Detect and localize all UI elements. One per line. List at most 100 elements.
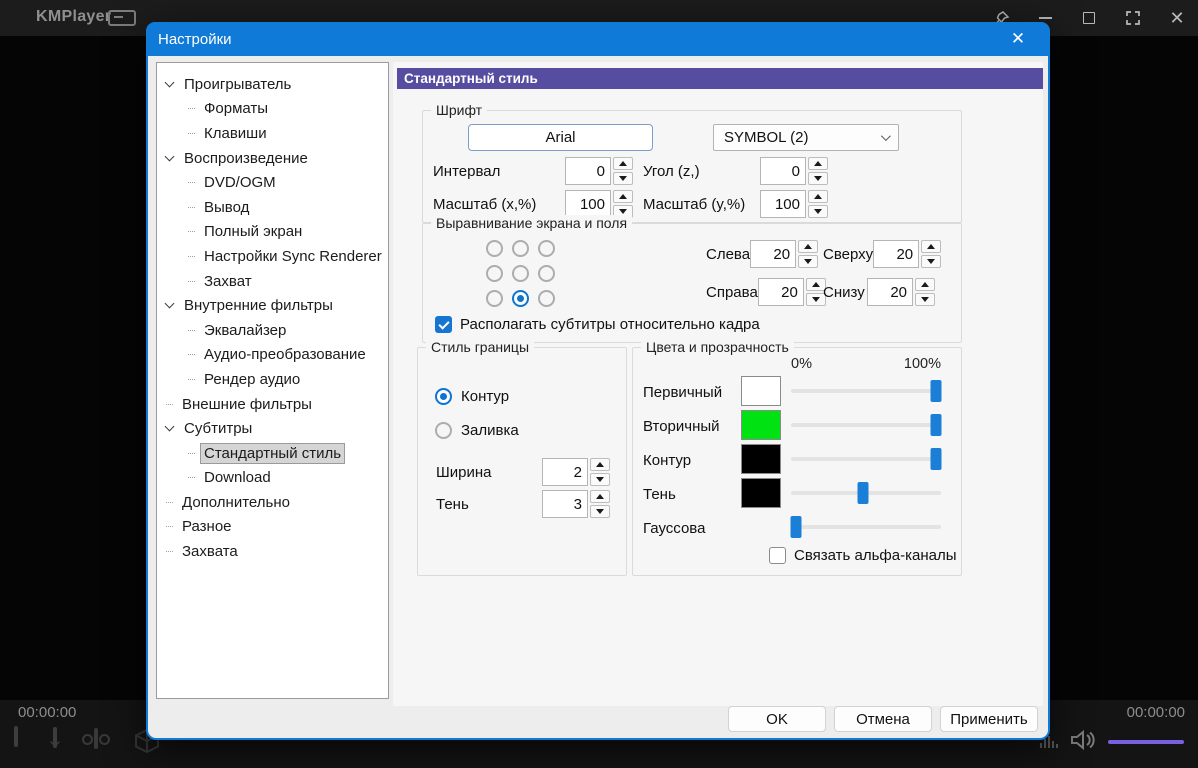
ok-button[interactable]: OK [728,706,826,732]
volume-slider[interactable] [1108,740,1184,744]
tree-item[interactable]: Клавиши [161,121,384,146]
font-spinner[interactable]: 0 [760,157,828,185]
tree-item[interactable]: Стандартный стиль [161,441,384,466]
slider-thumb[interactable] [930,448,941,470]
align-radio[interactable] [538,240,555,257]
align-radio[interactable] [512,290,529,307]
tree-item[interactable]: Вывод [161,195,384,220]
tree-item[interactable]: Внутренние фильтры [161,293,384,318]
color-swatch[interactable] [741,444,781,474]
margin-spinner[interactable]: 20 [758,278,826,306]
font-spinner-value[interactable]: 0 [565,157,611,185]
font-button[interactable]: Arial [468,124,653,151]
tree-item[interactable]: Захват [161,269,384,294]
radio-icon[interactable] [435,388,452,405]
chevron-down-icon[interactable] [165,151,175,161]
align-radio[interactable] [512,265,529,282]
spin-down-icon[interactable] [921,255,941,268]
dialog-titlebar[interactable]: Настройки ✕ [146,22,1050,56]
alpha-slider[interactable] [791,447,941,471]
border-spinner-value[interactable]: 3 [542,490,588,518]
tree-item[interactable]: Дополнительно [161,490,384,515]
spin-down-icon[interactable] [808,205,828,218]
border-spinner[interactable]: 2 [542,458,610,486]
slider-thumb[interactable] [930,414,941,436]
align-radio[interactable] [486,265,503,282]
tree-item[interactable]: Внешние фильтры [161,392,384,417]
speaker-icon[interactable] [1070,729,1096,756]
tree-item[interactable]: Проигрыватель [161,72,384,97]
margin-spinner[interactable]: 20 [750,240,818,268]
tree-item[interactable]: Субтитры [161,416,384,441]
spin-down-icon[interactable] [613,172,633,185]
charset-select[interactable]: SYMBOL (2) [713,124,899,151]
alpha-slider[interactable] [791,413,941,437]
chevron-down-icon[interactable] [165,299,175,309]
spin-down-icon[interactable] [590,505,610,518]
subtitle-relative-checkbox-row[interactable]: Располагать субтитры относительно кадра [435,316,760,333]
tree-item[interactable]: Download [161,466,384,491]
spin-down-icon[interactable] [590,473,610,486]
tree-item[interactable]: Аудио-преобразование [161,343,384,368]
spin-up-icon[interactable] [590,490,610,503]
align-radio[interactable] [486,240,503,257]
margin-spinner-value[interactable]: 20 [873,240,919,268]
tree-item[interactable]: Рендер аудио [161,367,384,392]
cancel-button[interactable]: Отмена [834,706,932,732]
border-spinner-value[interactable]: 2 [542,458,588,486]
color-swatch[interactable] [741,410,781,440]
border-style-radio-row[interactable]: Контур [435,388,509,405]
tree-item[interactable]: Форматы [161,97,384,122]
dialog-close-icon[interactable]: ✕ [998,24,1038,54]
spin-up-icon[interactable] [613,190,633,203]
alpha-slider[interactable] [791,515,941,539]
radio-icon[interactable] [435,422,452,439]
playlist-icon[interactable] [14,728,18,746]
font-spinner[interactable]: 100 [565,190,633,218]
apply-button[interactable]: Применить [940,706,1038,732]
spin-up-icon[interactable] [798,240,818,253]
tree-item[interactable]: DVD/OGM [161,170,384,195]
tree-item[interactable]: Эквалайзер [161,318,384,343]
spin-up-icon[interactable] [915,278,935,291]
font-spinner[interactable]: 0 [565,157,633,185]
align-radio[interactable] [486,290,503,307]
checkbox-checked-icon[interactable] [435,316,452,333]
spin-up-icon[interactable] [613,157,633,170]
tree-item[interactable]: Разное [161,515,384,540]
margin-spinner-value[interactable]: 20 [758,278,804,306]
align-radio[interactable] [538,265,555,282]
vr-icon[interactable] [94,730,98,748]
spin-up-icon[interactable] [590,458,610,471]
tree-item[interactable]: Захвата [161,539,384,564]
link-alpha-checkbox-row[interactable]: Связать альфа-каналы [769,547,956,564]
fullscreen-icon[interactable] [1122,7,1144,29]
chevron-down-icon[interactable] [165,422,175,432]
margin-spinner[interactable]: 20 [867,278,935,306]
align-radio[interactable] [538,290,555,307]
font-spinner[interactable]: 100 [760,190,828,218]
alpha-slider[interactable] [791,379,941,403]
font-spinner-value[interactable]: 100 [565,190,611,218]
download-icon[interactable] [53,729,57,747]
color-swatch[interactable] [741,478,781,508]
tree-item[interactable]: Воспроизведение [161,146,384,171]
border-spinner[interactable]: 3 [542,490,610,518]
spin-down-icon[interactable] [808,172,828,185]
margin-spinner[interactable]: 20 [873,240,941,268]
checkbox-unchecked-icon[interactable] [769,547,786,564]
spin-up-icon[interactable] [808,157,828,170]
close-window-icon[interactable]: ✕ [1166,7,1188,29]
color-swatch[interactable] [741,376,781,406]
spin-up-icon[interactable] [921,240,941,253]
spin-down-icon[interactable] [915,293,935,306]
tree-item[interactable]: Полный экран [161,220,384,245]
spin-up-icon[interactable] [808,190,828,203]
chevron-down-icon[interactable] [165,77,175,87]
margin-spinner-value[interactable]: 20 [750,240,796,268]
slider-thumb[interactable] [791,516,802,538]
tree-item[interactable]: Настройки Sync Renderer [161,244,384,269]
margin-spinner-value[interactable]: 20 [867,278,913,306]
font-spinner-value[interactable]: 100 [760,190,806,218]
font-spinner-value[interactable]: 0 [760,157,806,185]
